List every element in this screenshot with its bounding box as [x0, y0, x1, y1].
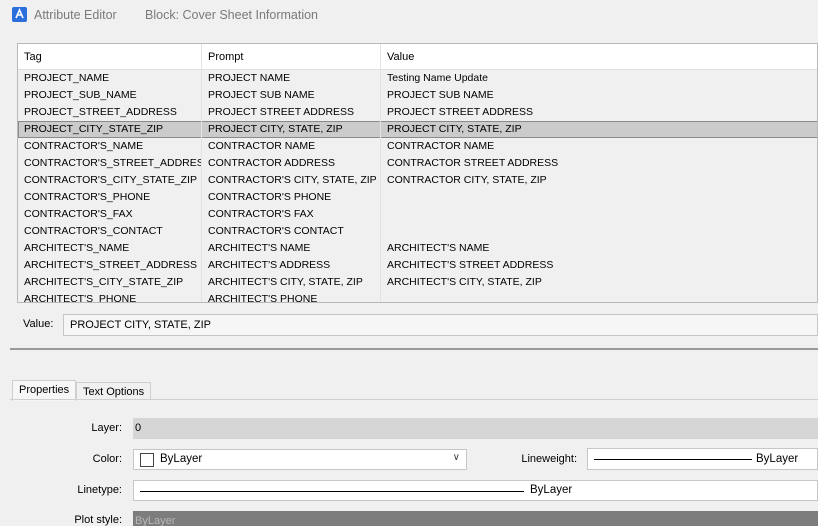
table-cell-tag: CONTRACTOR'S_PHONE	[18, 189, 202, 206]
table-row[interactable]: CONTRACTOR'S_CONTACT CONTRACTOR'S CONTACT	[18, 223, 817, 240]
tab-strip: Properties Text Options	[10, 380, 818, 401]
table-cell-tag: CONTRACTOR'S_CITY_STATE_ZIP	[18, 172, 202, 189]
grid-rows: PROJECT_NAME PROJECT NAME Testing Name Upd…	[18, 70, 817, 302]
table-cell-tag: PROJECT_NAME	[18, 70, 202, 87]
table-cell-value: ARCHITECT'S CITY, STATE, ZIP	[387, 276, 542, 288]
table-cell-tag: ARCHITECT'S_NAME	[18, 240, 202, 257]
table-cell-prompt: ARCHITECT'S NAME	[202, 240, 381, 257]
table-row[interactable]: CONTRACTOR'S_FAX CONTRACTOR'S FAX	[18, 206, 817, 223]
color-swatch-icon	[140, 453, 154, 467]
table-cell-tag: PROJECT_STREET_ADDRESS	[18, 104, 202, 121]
window-title: Attribute Editor	[34, 8, 117, 22]
table-cell-value: ARCHITECT'S NAME	[387, 242, 490, 254]
table-cell-prompt: ARCHITECT'S ADDRESS	[202, 257, 381, 274]
table-cell-value: CONTRACTOR NAME	[387, 140, 495, 152]
linetype-select[interactable]: ByLayer	[133, 480, 818, 501]
table-cell-value: ARCHITECT'S STREET ADDRESS	[387, 259, 554, 271]
table-cell-tag: CONTRACTOR'S_STREET_ADDRESS	[18, 155, 202, 172]
table-cell-value: Testing Name Update	[387, 72, 488, 84]
table-cell-tag: PROJECT_SUB_NAME	[18, 87, 202, 104]
table-row[interactable]: CONTRACTOR'S_PHONE CONTRACTOR'S PHONE	[18, 189, 817, 206]
splitter[interactable]	[10, 348, 818, 350]
table-cell-prompt: ARCHITECT'S CITY, STATE, ZIP	[202, 274, 381, 291]
block-label: Block: Cover Sheet Information	[145, 8, 318, 22]
grid-header: Tag Prompt Value	[18, 44, 817, 70]
table-cell-value	[381, 206, 817, 223]
table-row[interactable]: CONTRACTOR'S_STREET_ADDRESS CONTRACTOR AD…	[18, 155, 817, 172]
table-cell-tag: PROJECT_CITY_STATE_ZIP	[18, 121, 202, 138]
table-row[interactable]: ARCHITECT'S_STREET_ADDRESS ARCHITECT'S AD…	[18, 257, 817, 274]
table-cell-tag: CONTRACTOR'S_CONTACT	[18, 223, 202, 240]
table-row[interactable]: CONTRACTOR'S_CITY_STATE_ZIP CONTRACTOR'S …	[18, 172, 817, 189]
color-select[interactable]: ByLayer ∨	[133, 449, 467, 470]
table-cell-prompt: CONTRACTOR'S CONTACT	[202, 223, 381, 240]
lineweight-value: ByLayer	[756, 453, 799, 465]
table-cell-prompt: ARCHITECT'S PHONE	[202, 291, 381, 302]
table-cell-value: PROJECT SUB NAME	[387, 89, 494, 101]
layer-field[interactable]: 0	[133, 418, 818, 439]
color-value: ByLayer	[160, 453, 203, 465]
attribute-grid[interactable]: Tag Prompt Value PROJECT_NAME PROJECT NAM…	[17, 43, 818, 303]
linetype-value: ByLayer	[530, 484, 573, 496]
table-cell-value: CONTRACTOR STREET ADDRESS	[387, 157, 559, 169]
table-cell-value: PROJECT STREET ADDRESS	[387, 106, 534, 118]
table-cell-value	[381, 291, 817, 302]
table-cell-prompt: CONTRACTOR'S PHONE	[202, 189, 381, 206]
table-row[interactable]: PROJECT_NAME PROJECT NAME Testing Name Upd…	[18, 70, 817, 87]
linetype-label: Linetype:	[77, 484, 122, 496]
table-cell-prompt: CONTRACTOR'S CITY, STATE, ZIP	[202, 172, 381, 189]
table-row[interactable]: CONTRACTOR'S_NAME CONTRACTOR NAME CONTRACT…	[18, 138, 817, 155]
title-bar: Attribute Editor Block: Cover Sheet Info…	[0, 0, 818, 30]
column-header-tag[interactable]: Tag	[18, 44, 202, 70]
table-cell-tag: CONTRACTOR'S_NAME	[18, 138, 202, 155]
table-row[interactable]: PROJECT_STREET_ADDRESS PROJECT STREET ADD…	[18, 104, 817, 121]
table-cell-prompt: PROJECT CITY, STATE, ZIP	[202, 121, 381, 138]
table-cell-tag: ARCHITECT'S_CITY_STATE_ZIP	[18, 274, 202, 291]
table-row[interactable]: ARCHITECT'S_CITY_STATE_ZIP ARCHITECT'S CI…	[18, 274, 817, 291]
table-cell-prompt: CONTRACTOR ADDRESS	[202, 155, 381, 172]
table-cell-value: CONTRACTOR CITY, STATE, ZIP	[387, 174, 547, 186]
column-header-value[interactable]: Value	[381, 44, 817, 70]
table-cell-prompt: CONTRACTOR NAME	[202, 138, 381, 155]
table-row[interactable]: ARCHITECT'S_PHONE ARCHITECT'S PHONE	[18, 291, 817, 302]
table-cell-prompt: PROJECT STREET ADDRESS	[202, 104, 381, 121]
table-cell-tag: ARCHITECT'S_PHONE	[18, 291, 202, 302]
lineweight-select[interactable]: ByLayer	[587, 448, 818, 470]
table-row[interactable]: PROJECT_SUB_NAME PROJECT SUB NAME PROJECT …	[18, 87, 817, 104]
app-logo-icon	[12, 7, 27, 22]
table-cell-prompt: CONTRACTOR'S FAX	[202, 206, 381, 223]
linetype-preview-line	[140, 491, 524, 492]
table-cell-value	[381, 189, 817, 206]
tab-panel-border	[10, 399, 818, 400]
table-cell-prompt: PROJECT NAME	[202, 70, 381, 87]
layer-label: Layer:	[91, 422, 122, 434]
chevron-down-icon: ∨	[452, 452, 460, 463]
table-cell-tag: CONTRACTOR'S_FAX	[18, 206, 202, 223]
table-cell-prompt: PROJECT SUB NAME	[202, 87, 381, 104]
column-header-prompt[interactable]: Prompt	[202, 44, 381, 70]
value-input[interactable]: PROJECT CITY, STATE, ZIP	[63, 314, 818, 336]
tab-properties[interactable]: Properties	[12, 380, 77, 401]
table-cell-value	[381, 223, 817, 240]
table-row[interactable]: ARCHITECT'S_NAME ARCHITECT'S NAME ARCHITEC…	[18, 240, 817, 257]
table-cell-tag: ARCHITECT'S_STREET_ADDRESS	[18, 257, 202, 274]
lineweight-label: Lineweight:	[521, 453, 577, 465]
color-label: Color:	[92, 453, 122, 465]
tab-text-options[interactable]: Text Options	[76, 382, 152, 400]
table-cell-value: PROJECT CITY, STATE, ZIP	[387, 123, 522, 135]
plot-style-field: ByLayer	[133, 511, 818, 526]
table-row[interactable]: PROJECT_CITY_STATE_ZIP PROJECT CITY, STAT…	[18, 121, 817, 138]
plot-style-label: Plot style:	[74, 514, 122, 526]
value-label: Value:	[23, 318, 54, 330]
lineweight-preview-line	[594, 459, 752, 460]
